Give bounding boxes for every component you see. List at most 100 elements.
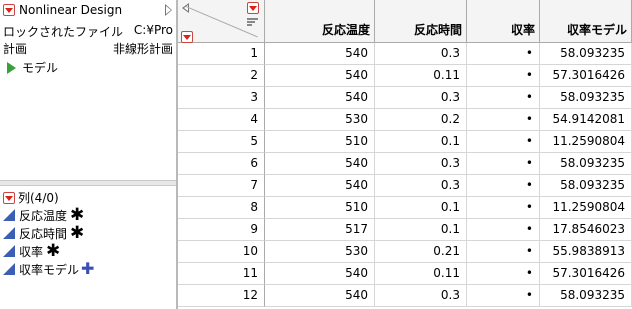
columns-title: 列(4/0) (18, 191, 59, 205)
column-item-label: 反応温度 (19, 208, 68, 223)
cell-yield-model[interactable]: 58.093235 (540, 87, 632, 109)
cell-temp[interactable]: 540 (265, 263, 375, 285)
cell-time[interactable]: 0.11 (375, 65, 467, 87)
row-number[interactable]: 4 (178, 109, 265, 131)
cell-yield-model[interactable]: 54.9142081 (540, 109, 632, 131)
row-number[interactable]: 10 (178, 241, 265, 263)
row-number[interactable]: 11 (178, 263, 265, 285)
rows-header-menu-icon[interactable] (181, 31, 193, 43)
cell-temp[interactable]: 540 (265, 65, 375, 87)
design-row[interactable]: 計画 非線形計画 (3, 40, 175, 57)
cell-time[interactable]: 0.3 (375, 43, 467, 65)
cell-yield[interactable]: • (467, 197, 540, 219)
row-number[interactable]: 6 (178, 153, 265, 175)
design-value: 非線形計画 (112, 42, 173, 56)
columns-panel: 列(4/0) 反応温度 ✱ 反応時間 ✱ 収率 ✱ 収率モデル ✚ (0, 186, 176, 309)
cell-temp[interactable]: 540 (265, 175, 375, 197)
row-number[interactable]: 5 (178, 131, 265, 153)
table-name: Nonlinear Design (19, 3, 123, 17)
col-header-temp[interactable]: 反応温度 (265, 0, 375, 43)
cell-time[interactable]: 0.1 (375, 219, 467, 241)
cell-time[interactable]: 0.11 (375, 263, 467, 285)
cell-time[interactable]: 0.3 (375, 175, 467, 197)
continuous-column-icon (3, 227, 15, 239)
run-script-icon[interactable] (7, 61, 16, 74)
cell-temp[interactable]: 510 (265, 197, 375, 219)
column-item-time[interactable]: 反応時間 ✱ (3, 224, 84, 242)
cell-yield-model[interactable]: 58.093235 (540, 285, 632, 307)
formula-plus-icon: ✚ (81, 259, 95, 278)
cell-time[interactable]: 0.1 (375, 197, 467, 219)
table-panel-header: Nonlinear Design (0, 0, 176, 20)
cell-temp[interactable]: 530 (265, 109, 375, 131)
cell-temp[interactable]: 540 (265, 285, 375, 307)
locked-file-path: C:¥Pro (133, 23, 173, 37)
cell-yield-model[interactable]: 57.3016426 (540, 65, 632, 87)
script-model[interactable]: モデル (7, 59, 58, 76)
row-number[interactable]: 12 (178, 285, 265, 307)
col-header-time[interactable]: 反応時間 (375, 0, 467, 43)
script-name: モデル (22, 61, 59, 75)
cell-temp[interactable]: 517 (265, 219, 375, 241)
cell-temp[interactable]: 540 (265, 153, 375, 175)
columns-menu-icon[interactable] (3, 191, 15, 204)
cell-yield-model[interactable]: 57.3016426 (540, 263, 632, 285)
cell-yield-model[interactable]: 11.2590804 (540, 197, 632, 219)
row-number[interactable]: 1 (178, 43, 265, 65)
cell-time[interactable]: 0.3 (375, 285, 467, 307)
cell-time[interactable]: 0.3 (375, 87, 467, 109)
locked-file-row[interactable]: ロックされたファイル C:¥Pro (3, 23, 175, 40)
row-number[interactable]: 9 (178, 219, 265, 241)
cell-temp[interactable]: 530 (265, 241, 375, 263)
row-number[interactable]: 3 (178, 87, 265, 109)
table-menu-icon[interactable] (3, 4, 15, 16)
grid-corner (178, 0, 265, 43)
data-grid: 反応温度 反応時間 収率 収率モデル 1 540 0.3 • 58.093235 2 540… (178, 0, 632, 309)
cell-yield[interactable]: • (467, 263, 540, 285)
column-item-yield-model[interactable]: 収率モデル ✚ (3, 260, 94, 278)
col-header-yield-model[interactable]: 収率モデル (540, 0, 632, 43)
continuous-column-icon (3, 245, 15, 257)
cell-temp[interactable]: 540 (265, 43, 375, 65)
cell-time[interactable]: 0.2 (375, 109, 467, 131)
column-item-label: 収率 (19, 244, 44, 259)
cell-time[interactable]: 0.3 (375, 153, 467, 175)
cell-yield[interactable]: • (467, 87, 540, 109)
cell-yield[interactable]: • (467, 43, 540, 65)
row-number[interactable]: 2 (178, 65, 265, 87)
cell-yield-model[interactable]: 17.8546023 (540, 219, 632, 241)
cell-yield[interactable]: • (467, 175, 540, 197)
continuous-column-icon (3, 209, 15, 221)
table-panel: Nonlinear Design ロックされたファイル C:¥Pro 計画 非線… (0, 0, 176, 180)
cell-yield-model[interactable]: 58.093235 (540, 153, 632, 175)
cell-yield-model[interactable]: 55.9838913 (540, 241, 632, 263)
design-label: 計画 (3, 42, 28, 56)
column-item-yield[interactable]: 収率 ✱ (3, 242, 60, 260)
cell-yield-model[interactable]: 58.093235 (540, 175, 632, 197)
cell-yield[interactable]: • (467, 241, 540, 263)
cell-yield-model[interactable]: 58.093235 (540, 43, 632, 65)
locked-file-label: ロックされたファイル (3, 25, 124, 39)
cell-yield-model[interactable]: 11.2590804 (540, 131, 632, 153)
collapse-panel-icon[interactable] (165, 4, 172, 16)
cell-yield[interactable]: • (467, 65, 540, 87)
row-number[interactable]: 8 (178, 197, 265, 219)
col-header-yield[interactable]: 収率 (467, 0, 540, 43)
cell-yield[interactable]: • (467, 131, 540, 153)
asterisk-icon: ✱ (70, 223, 85, 243)
cell-time[interactable]: 0.21 (375, 241, 467, 263)
columns-panel-header: 列(4/0) (3, 189, 59, 206)
row-number[interactable]: 7 (178, 175, 265, 197)
asterisk-icon: ✱ (46, 241, 61, 261)
cell-yield[interactable]: • (467, 285, 540, 307)
cell-temp[interactable]: 540 (265, 87, 375, 109)
cell-yield[interactable]: • (467, 109, 540, 131)
column-item-temp[interactable]: 反応温度 ✱ (3, 206, 84, 224)
columns-header-menu-icon[interactable] (247, 2, 259, 14)
cell-time[interactable]: 0.1 (375, 131, 467, 153)
cell-yield[interactable]: • (467, 219, 540, 241)
cell-yield[interactable]: • (467, 153, 540, 175)
asterisk-icon: ✱ (70, 205, 85, 225)
cell-temp[interactable]: 510 (265, 131, 375, 153)
left-panel: Nonlinear Design ロックされたファイル C:¥Pro 計画 非線… (0, 0, 176, 309)
